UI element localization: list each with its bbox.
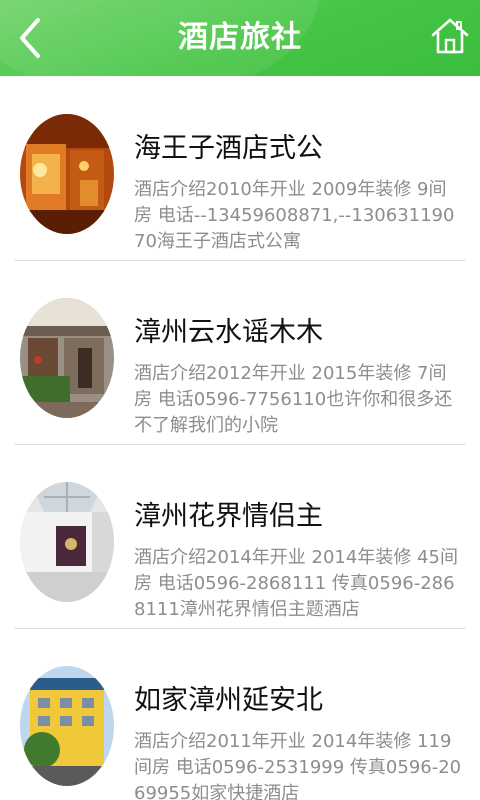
list-item[interactable]: 漳州云水谣木木 酒店介绍2012年开业 2015年装修 7间房 电话0596-7… xyxy=(0,260,480,444)
hotel-name: 海王子酒店式公 xyxy=(134,133,323,164)
hotel-thumbnail xyxy=(20,666,114,786)
hotel-list[interactable]: 海王子酒店式公 酒店介绍2010年开业 2009年装修 9间房 电话--1345… xyxy=(0,76,480,800)
home-button[interactable] xyxy=(430,16,470,56)
app-header: 酒店旅社 xyxy=(0,0,480,76)
hotel-name: 如家漳州延安北 xyxy=(134,685,323,716)
list-item[interactable]: 海王子酒店式公 酒店介绍2010年开业 2009年装修 9间房 电话--1345… xyxy=(0,76,480,260)
hotel-description: 酒店介绍2011年开业 2014年装修 119间房 电话0596-2531999… xyxy=(134,731,462,800)
hotel-description: 酒店介绍2014年开业 2014年装修 45间房 电话0596-2868111 … xyxy=(134,547,458,620)
hotel-description: 酒店介绍2010年开业 2009年装修 9间房 电话--13459608871,… xyxy=(134,179,455,252)
hotel-name: 漳州花界情侣主 xyxy=(134,501,323,532)
hotel-name: 漳州云水谣木木 xyxy=(134,317,323,348)
page-title: 酒店旅社 xyxy=(178,20,302,55)
hotel-description: 酒店介绍2012年开业 2015年装修 7间房 电话0596-7756110也许… xyxy=(134,363,453,436)
hotel-thumbnail xyxy=(20,298,114,418)
list-item[interactable]: 如家漳州延安北 酒店介绍2011年开业 2014年装修 119间房 电话0596… xyxy=(0,628,480,800)
home-icon xyxy=(431,18,469,54)
list-item[interactable]: 漳州花界情侣主 酒店介绍2014年开业 2014年装修 45间房 电话0596-… xyxy=(0,444,480,628)
hotel-thumbnail xyxy=(20,114,114,234)
hotel-thumbnail xyxy=(20,482,114,602)
